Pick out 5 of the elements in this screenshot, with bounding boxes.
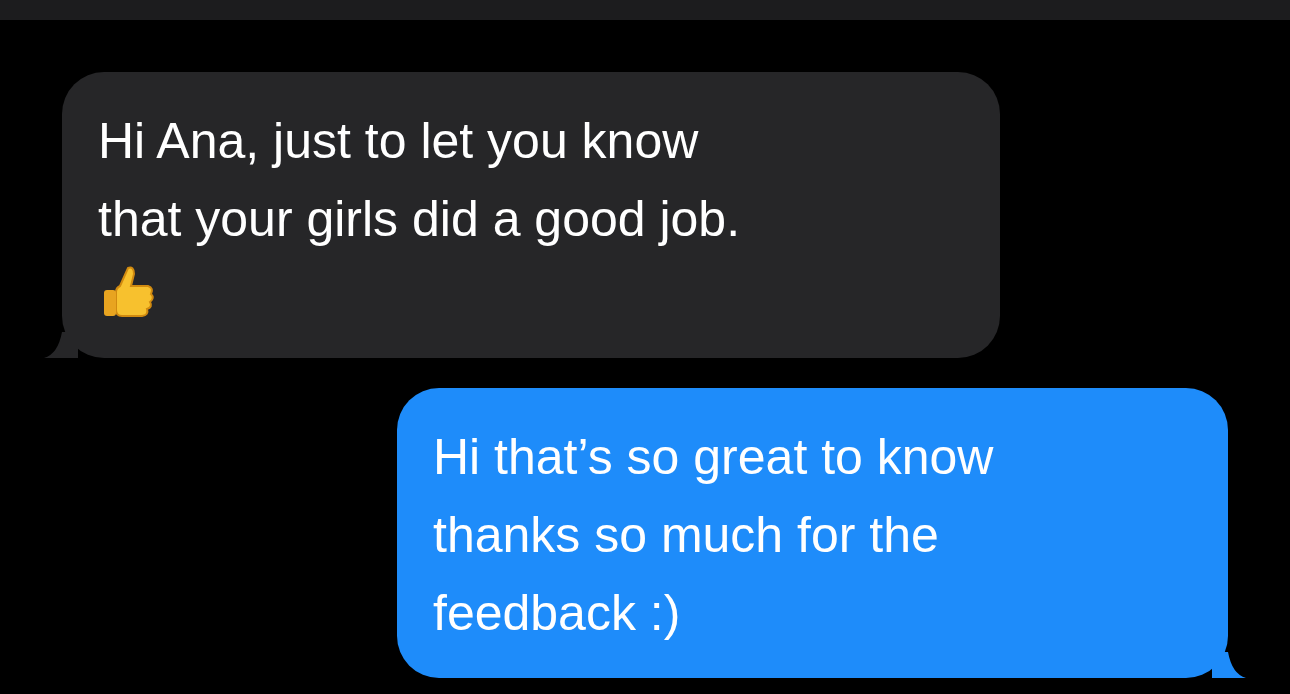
message-text: that your girls did a good job.	[98, 190, 742, 249]
message-text: thanks so much for the	[433, 506, 940, 565]
message-text: Hi that’s so great to know	[433, 428, 995, 487]
message-text: Hi Ana, just to let you know	[98, 112, 700, 171]
message-text: feedback :)	[433, 584, 682, 643]
